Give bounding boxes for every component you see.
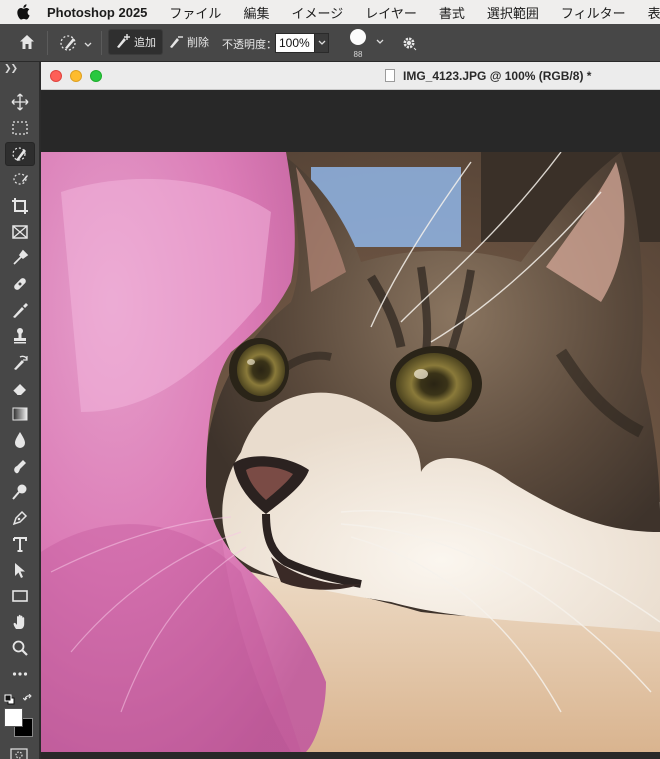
- foreground-color-swatch[interactable]: [4, 708, 23, 727]
- frame-tool-icon[interactable]: [5, 220, 35, 244]
- quick-mask-icon[interactable]: [10, 747, 28, 759]
- menu-layer[interactable]: レイヤー: [365, 3, 417, 22]
- menu-image[interactable]: イメージ: [291, 3, 343, 22]
- document-canvas[interactable]: [41, 152, 660, 752]
- zoom-tool-icon[interactable]: [5, 636, 35, 660]
- quick-mask-brush-icon: [58, 32, 80, 57]
- document-title: IMG_4123.JPG @ 100% (RGB/8) *: [403, 69, 592, 83]
- gear-icon[interactable]: [401, 35, 419, 53]
- tool-preset-picker[interactable]: [58, 32, 92, 57]
- gradient-tool-icon[interactable]: [5, 402, 35, 426]
- divider: [101, 31, 102, 55]
- dodge-tool-icon[interactable]: [5, 480, 35, 504]
- brush-picker[interactable]: 88: [349, 28, 367, 59]
- collapse-panel-icon[interactable]: ❯❯: [4, 63, 18, 74]
- divider: [47, 31, 48, 55]
- swap-colors-icon[interactable]: [22, 692, 34, 710]
- add-mode-button[interactable]: 追加: [108, 29, 163, 55]
- opacity-label: 不透明度：: [222, 39, 277, 51]
- add-label: 追加: [134, 37, 156, 49]
- document-icon: [385, 69, 395, 82]
- eyedropper-tool-icon[interactable]: [5, 246, 35, 270]
- move-tool-icon[interactable]: [5, 90, 35, 114]
- smudge-tool-icon[interactable]: [5, 454, 35, 478]
- home-icon[interactable]: [18, 33, 36, 51]
- tools-panel: ❯❯: [0, 62, 40, 759]
- cat-photo: [41, 152, 660, 752]
- brush-minus-icon: [168, 33, 184, 52]
- type-tool-icon[interactable]: [5, 532, 35, 556]
- object-selection-brush-icon[interactable]: [5, 142, 35, 166]
- crop-tool-icon[interactable]: [5, 194, 35, 218]
- apple-logo-icon[interactable]: [16, 4, 30, 20]
- menu-select[interactable]: 選択範囲: [487, 3, 539, 22]
- path-selection-icon[interactable]: [5, 558, 35, 582]
- blur-tool-icon[interactable]: [5, 428, 35, 452]
- more-tools-icon[interactable]: [5, 662, 35, 686]
- minimize-window-button[interactable]: [70, 70, 82, 82]
- app-menu[interactable]: Photoshop 2025: [47, 5, 147, 20]
- eraser-tool-icon[interactable]: [5, 376, 35, 400]
- hand-tool-icon[interactable]: [5, 610, 35, 634]
- opacity-dropdown-button[interactable]: [315, 33, 329, 53]
- remove-mode-button[interactable]: 削除: [162, 29, 215, 55]
- healing-brush-icon[interactable]: [5, 272, 35, 296]
- opacity-input[interactable]: 100%: [275, 33, 315, 53]
- chevron-down-icon[interactable]: [376, 39, 384, 45]
- brush-preview-icon: [349, 28, 367, 49]
- remove-label: 削除: [187, 37, 209, 49]
- menu-view[interactable]: 表示: [648, 3, 660, 22]
- rectangle-tool-icon[interactable]: [5, 584, 35, 608]
- menu-type[interactable]: 書式: [439, 3, 465, 22]
- lasso-tool-icon[interactable]: [5, 168, 35, 192]
- clone-stamp-icon[interactable]: [5, 324, 35, 348]
- pen-tool-icon[interactable]: [5, 506, 35, 530]
- document-tab-bar: IMG_4123.JPG @ 100% (RGB/8) *: [41, 62, 660, 90]
- brush-size-value: 88: [353, 50, 363, 59]
- menu-bar: Photoshop 2025 ファイル 編集 イメージ レイヤー 書式 選択範囲…: [0, 0, 660, 24]
- options-bar: 追加 削除 不透明度： 100% 88: [0, 24, 660, 62]
- marquee-tool-icon[interactable]: [5, 116, 35, 140]
- close-window-button[interactable]: [50, 70, 62, 82]
- chevron-down-icon: [84, 39, 92, 51]
- menu-file[interactable]: ファイル: [169, 3, 221, 22]
- menu-filter[interactable]: フィルター: [561, 3, 626, 22]
- brush-tool-icon[interactable]: [5, 298, 35, 322]
- opacity-control: 100%: [275, 33, 329, 53]
- history-brush-icon[interactable]: [5, 350, 35, 374]
- menu-edit[interactable]: 編集: [243, 3, 269, 22]
- zoom-window-button[interactable]: [90, 70, 102, 82]
- brush-plus-icon: [115, 33, 131, 52]
